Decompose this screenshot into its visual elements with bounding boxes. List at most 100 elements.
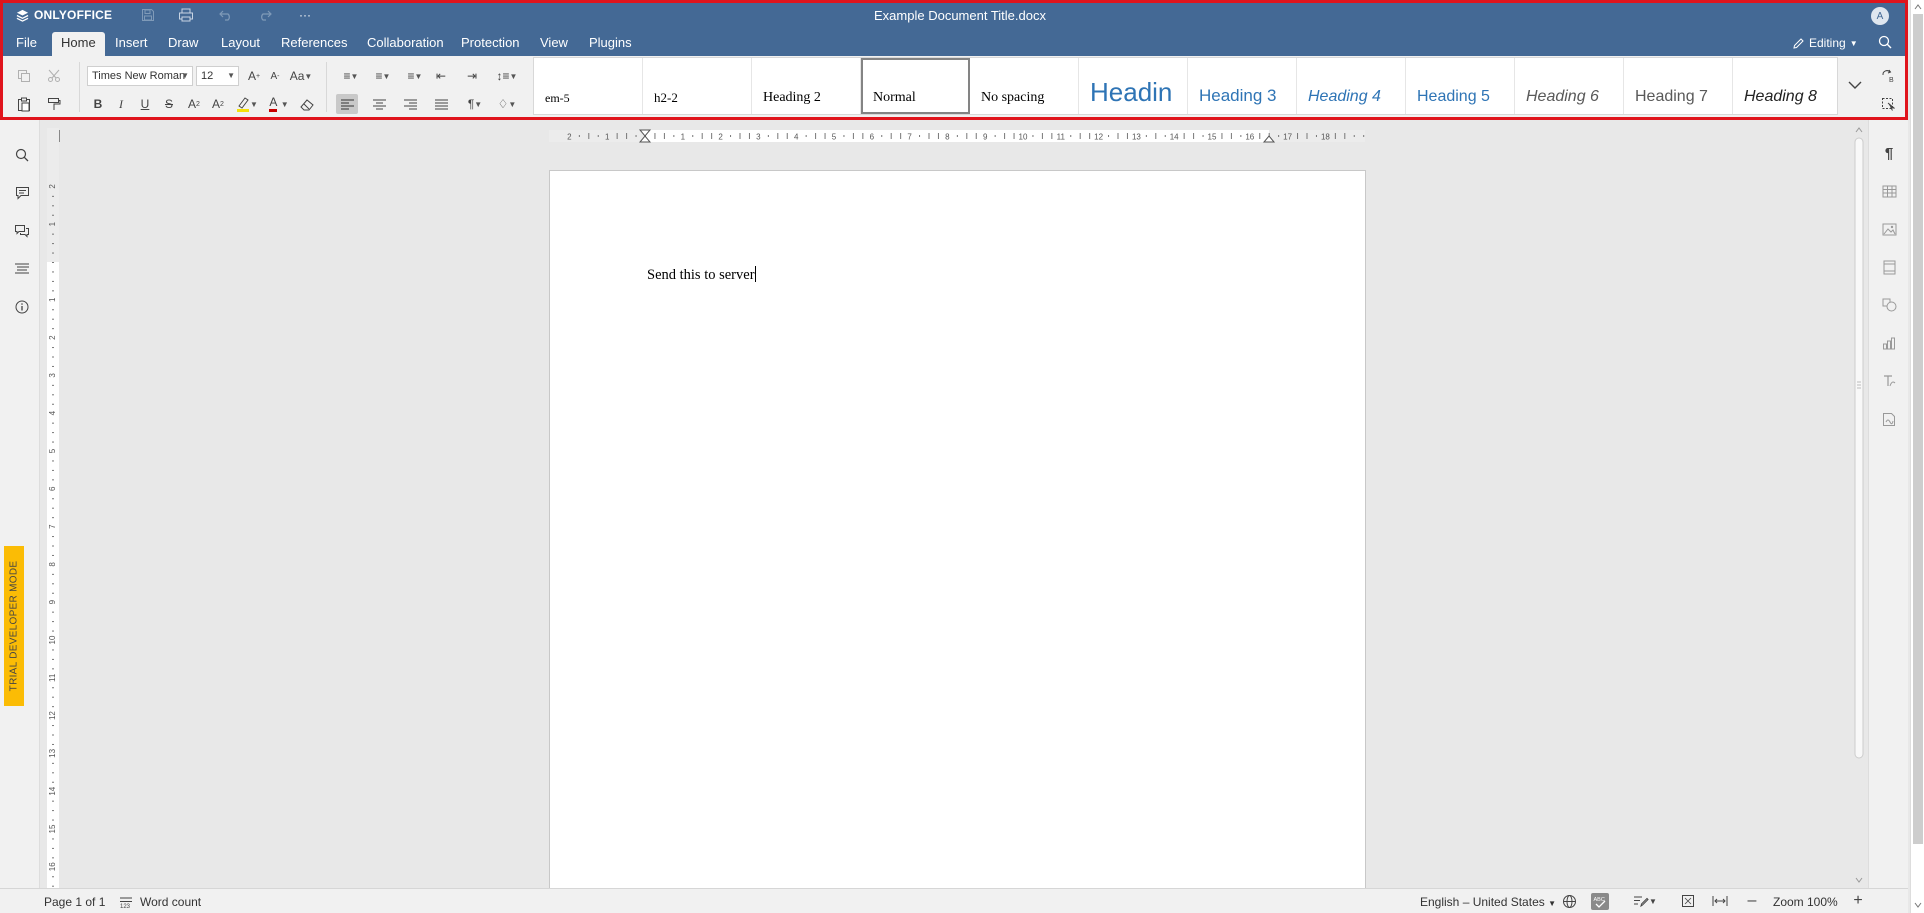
navigation-icon[interactable] (13, 260, 31, 278)
tab-layout[interactable]: Layout (213, 32, 268, 56)
italic-icon[interactable]: I (110, 94, 132, 114)
page-info[interactable]: Page 1 of 1 (44, 895, 105, 909)
fit-page-icon[interactable] (1679, 893, 1697, 909)
document-page[interactable]: Send this to server (549, 170, 1366, 890)
editing-mode-button[interactable]: Editing ▼ (1792, 36, 1858, 50)
ruler-tick-label: 2 (48, 335, 57, 340)
search-icon[interactable] (13, 146, 31, 164)
word-count-icon[interactable]: 123 (117, 894, 135, 910)
tab-file[interactable]: File (8, 32, 45, 56)
style-heading-3[interactable]: Heading 3 (1188, 58, 1297, 114)
copy-icon[interactable] (13, 66, 35, 86)
style-heading-6[interactable]: Heading 6 (1515, 58, 1624, 114)
tab-references[interactable]: References (273, 32, 355, 56)
style-heading-1[interactable]: Headin (1079, 58, 1188, 114)
style-heading-2[interactable]: Heading 2 (752, 58, 861, 114)
zoom-level[interactable]: Zoom 100% (1773, 895, 1838, 909)
change-case-icon[interactable]: Aa ▼ (287, 66, 315, 86)
nonprinting-chars-icon[interactable]: ¶ ▼ (461, 94, 489, 114)
underline-icon[interactable]: U (134, 94, 156, 114)
document-paragraph[interactable]: Send this to server (647, 267, 755, 283)
tab-draw[interactable]: Draw (160, 32, 206, 56)
comments-icon[interactable] (13, 184, 31, 202)
word-count-label[interactable]: Word count (140, 895, 201, 909)
highlight-color-icon[interactable]: ▼ (233, 94, 261, 114)
print-icon[interactable] (176, 6, 196, 24)
horizontal-ruler[interactable]: 2 1 1 2 3 4 5 6 7 8 9 10 11 12 13 14 15 16 17 18 (549, 128, 1365, 144)
copy-style-icon[interactable] (43, 94, 65, 114)
style-normal[interactable]: Normal (861, 58, 970, 114)
vertical-ruler[interactable]: 2112345678910111213141516 (45, 128, 61, 888)
align-center-icon[interactable] (368, 94, 390, 114)
chart-settings-icon[interactable] (1880, 334, 1898, 352)
language-select[interactable]: English – United States ▼ (1420, 895, 1556, 909)
cut-icon[interactable] (43, 66, 65, 86)
style-heading-5[interactable]: Heading 5 (1406, 58, 1515, 114)
table-settings-icon[interactable] (1880, 182, 1898, 200)
zoom-out-icon[interactable]: – (1743, 892, 1761, 909)
decrease-indent-icon[interactable]: ⇤ (430, 66, 452, 86)
style-no-spacing[interactable]: No spacing (970, 58, 1079, 114)
document-scrollbar[interactable] (1852, 124, 1866, 888)
image-settings-icon[interactable] (1880, 220, 1898, 238)
fit-width-icon[interactable] (1711, 893, 1729, 909)
multilevel-list-icon[interactable]: ≡ ▼ (401, 66, 429, 86)
clear-style-icon[interactable] (296, 94, 318, 114)
replace-icon[interactable]: B (1877, 66, 1899, 86)
style-heading-4[interactable]: Heading 4 (1297, 58, 1406, 114)
font-name-select[interactable]: Times New Roman ▼ (87, 66, 193, 86)
save-icon[interactable] (138, 6, 158, 24)
tab-protection[interactable]: Protection (453, 32, 528, 56)
paragraph-settings-icon[interactable]: ¶ (1880, 144, 1898, 162)
user-avatar[interactable]: A (1871, 7, 1889, 25)
tab-home[interactable]: Home (52, 32, 105, 56)
track-changes-icon[interactable]: ▼ (1630, 893, 1660, 909)
decrease-font-icon[interactable]: A- (264, 66, 286, 86)
justify-icon[interactable] (430, 94, 452, 114)
text-art-settings-icon[interactable] (1880, 372, 1898, 390)
select-all-icon[interactable] (1877, 94, 1899, 114)
style-em-5[interactable]: em-5 (534, 58, 643, 114)
about-icon[interactable] (13, 298, 31, 316)
bullets-icon[interactable]: ≡ ▼ (337, 66, 365, 86)
tab-insert[interactable]: Insert (107, 32, 156, 56)
line-spacing-icon[interactable]: ↕≡ ▼ (492, 66, 522, 86)
ruler-tick-label: 13 (1132, 133, 1141, 142)
style-label: Heading 3 (1199, 86, 1277, 105)
font-color-icon[interactable]: A ▼ (265, 94, 293, 114)
chat-icon[interactable] (13, 222, 31, 240)
style-heading-7[interactable]: Heading 7 (1624, 58, 1733, 114)
header-footer-settings-icon[interactable] (1880, 258, 1898, 276)
zoom-in-icon[interactable]: + (1849, 892, 1867, 909)
font-size-select[interactable]: 12 ▼ (196, 66, 239, 86)
style-h2-2[interactable]: h2-2 (643, 58, 752, 114)
more-actions-icon[interactable]: ··· (295, 6, 315, 24)
strikethrough-icon[interactable]: S (158, 94, 180, 114)
style-heading-8[interactable]: Heading 8 (1733, 58, 1842, 114)
shape-settings-icon[interactable] (1880, 296, 1898, 314)
increase-indent-icon[interactable]: ⇥ (461, 66, 483, 86)
header-search-icon[interactable] (1878, 35, 1892, 52)
subscript-icon[interactable]: A2 (207, 94, 229, 114)
document-title: Example Document Title.docx (874, 8, 1046, 23)
redo-icon[interactable] (255, 6, 275, 24)
paste-icon[interactable] (13, 94, 35, 114)
window-scrollbar[interactable] (1910, 0, 1924, 913)
tab-view[interactable]: View (532, 32, 576, 56)
document-body-text[interactable]: Send this to server (647, 266, 756, 284)
signature-settings-icon[interactable] (1880, 410, 1898, 428)
tab-collaboration[interactable]: Collaboration (359, 32, 452, 56)
shading-icon[interactable]: ♢ ▼ (492, 94, 522, 114)
undo-icon[interactable] (216, 6, 236, 24)
tab-plugins[interactable]: Plugins (581, 32, 640, 56)
numbering-icon[interactable]: ≡ ▼ (369, 66, 397, 86)
styles-expand-icon[interactable] (1839, 57, 1871, 113)
increase-font-icon[interactable]: A + (243, 66, 265, 86)
spellcheck-icon[interactable]: ABC (1591, 893, 1609, 910)
bold-icon[interactable]: B (87, 94, 109, 114)
align-left-icon[interactable] (336, 94, 358, 114)
align-right-icon[interactable] (399, 94, 421, 114)
globe-icon[interactable] (1560, 893, 1578, 909)
title-bar: ONLYOFFICE ··· Example Document Title.do… (0, 0, 1908, 30)
superscript-icon[interactable]: A2 (183, 94, 205, 114)
